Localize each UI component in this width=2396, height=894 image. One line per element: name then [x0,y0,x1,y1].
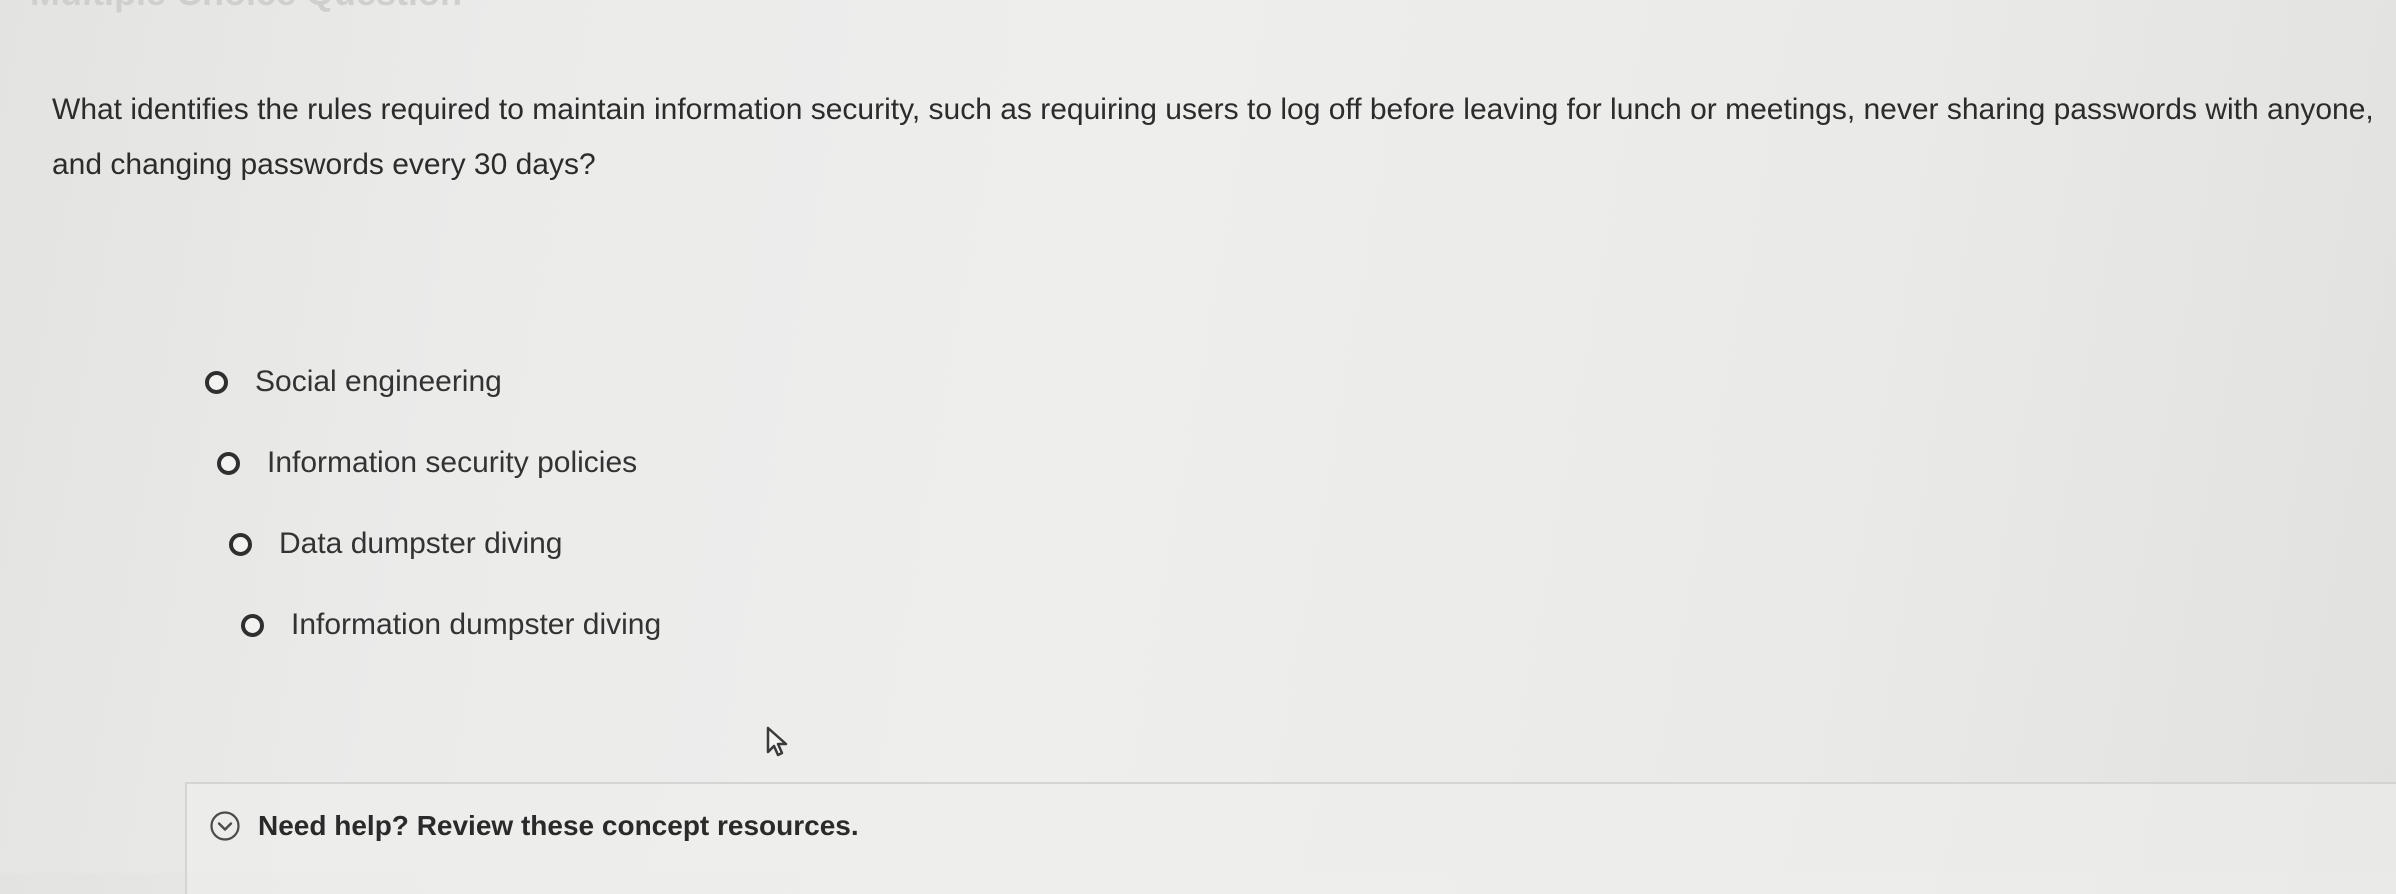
option-label[interactable]: Information dumpster diving [291,608,661,642]
option-label[interactable]: Information security policies [267,446,637,480]
option-label[interactable]: Social engineering [255,365,502,399]
help-resources-panel: Need help? Review these concept resource… [185,782,2396,894]
radio-button[interactable] [229,532,252,556]
radio-button[interactable] [217,451,240,475]
mouse-pointer-icon [766,726,788,757]
option-social-engineering[interactable]: Social engineering [205,365,502,399]
help-resources-label[interactable]: Need help? Review these concept resource… [258,810,859,842]
chevron-down-circle-icon[interactable] [209,810,241,842]
page-heading: Multiple Choice Question [30,0,462,14]
radio-button[interactable] [205,370,228,394]
radio-button[interactable] [241,613,264,637]
help-resources-toggle[interactable]: Need help? Review these concept resource… [209,810,859,842]
option-information-dumpster-diving[interactable]: Information dumpster diving [241,608,661,642]
option-information-security-policies[interactable]: Information security policies [217,446,637,480]
option-data-dumpster-diving[interactable]: Data dumpster diving [229,527,562,561]
question-text: What identifies the rules required to ma… [52,93,2374,181]
option-label[interactable]: Data dumpster diving [279,527,562,561]
